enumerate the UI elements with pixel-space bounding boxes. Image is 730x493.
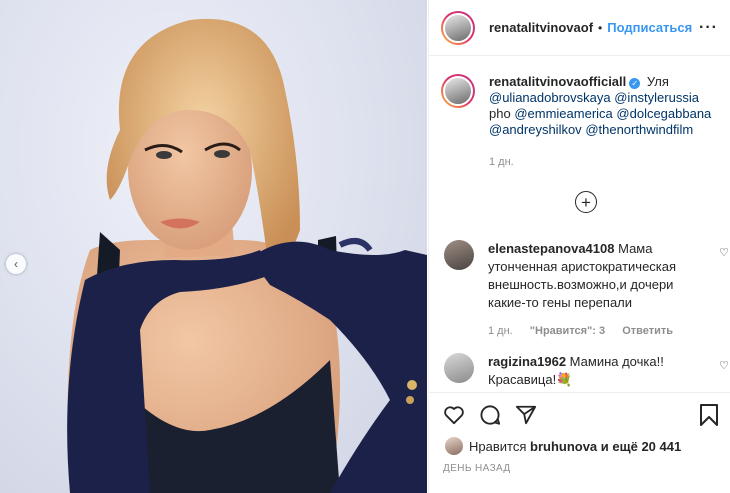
comment-like-icon[interactable]: ♡: [719, 246, 729, 259]
mention-link[interactable]: @ulianadobrovskaya: [489, 90, 611, 105]
carousel-prev-button[interactable]: ‹: [6, 254, 26, 274]
comment-body: ragizina1962 Мамина дочка!! Красавица!💐: [488, 353, 710, 389]
comment-icon[interactable]: [479, 404, 501, 426]
caption-text: Уля: [646, 74, 669, 89]
author-username[interactable]: renatalitvinovaof: [489, 20, 593, 35]
caption-avatar[interactable]: [441, 74, 475, 108]
separator-dot: •: [598, 20, 603, 35]
liker-avatar[interactable]: [445, 437, 463, 455]
mention-link[interactable]: @thenorthwindfilm: [585, 122, 693, 137]
caption-text: pho: [489, 106, 511, 121]
likes-summary: Нравится bruhunova и ещё 20 441: [429, 427, 730, 455]
heart-icon[interactable]: [443, 405, 465, 425]
comment-like-icon[interactable]: ♡: [719, 359, 729, 372]
post-photo[interactable]: ‹: [0, 0, 427, 493]
comment-meta: 1 дн. "Нравится": 3 Ответить: [488, 322, 710, 340]
comment-item: ragizina1962 Мамина дочка!! Красавица!💐 …: [441, 353, 729, 389]
comment-body: elenastepanova4108 Мама утонченная арист…: [488, 240, 710, 340]
commenter-username[interactable]: elenastepanova4108: [488, 241, 614, 256]
follow-button[interactable]: Подписаться: [607, 20, 692, 35]
likes-prefix: Нравится: [469, 438, 527, 454]
comment-item: elenastepanova4108 Мама утонченная арист…: [441, 240, 729, 340]
mention-link[interactable]: @instylerussia: [614, 90, 699, 105]
commenter-avatar[interactable]: [444, 240, 474, 270]
caption-username[interactable]: renatalitvinovaofficiall: [489, 74, 626, 89]
portrait-illustration: [67, 18, 427, 493]
likes-count[interactable]: и ещё 20 441: [601, 439, 681, 454]
post-header: renatalitvinovaof • Подписаться ···: [429, 0, 730, 56]
load-more-comments-button[interactable]: +: [575, 191, 597, 213]
mention-link[interactable]: @emmieamerica: [514, 106, 612, 121]
plus-circle-icon: +: [581, 192, 591, 212]
post-sidebar: renatalitvinovaof • Подписаться ··· rena…: [428, 0, 730, 493]
mention-link[interactable]: @andreyshilkov: [489, 122, 582, 137]
bookmark-icon[interactable]: [699, 403, 719, 427]
more-options-icon[interactable]: ···: [699, 19, 718, 37]
post-date[interactable]: ДЕНЬ НАЗАД: [429, 455, 730, 474]
liker-username[interactable]: bruhunova: [530, 439, 597, 454]
comment-likes[interactable]: "Нравится": 3: [530, 325, 605, 337]
caption-time[interactable]: 1 дн.: [489, 154, 711, 170]
chevron-left-icon: ‹: [14, 257, 18, 271]
comment-time[interactable]: 1 дн.: [488, 325, 513, 337]
commenter-avatar[interactable]: [444, 353, 474, 383]
post-caption: renatalitvinovaofficiall ✓ Уля @ulianadob…: [441, 74, 721, 170]
share-icon[interactable]: [515, 404, 537, 426]
reply-button[interactable]: Ответить: [622, 325, 673, 337]
mention-link[interactable]: @dolcegabbana: [616, 106, 711, 121]
verified-badge-icon: ✓: [629, 78, 641, 89]
action-icons: [429, 393, 730, 427]
author-avatar[interactable]: [441, 10, 475, 45]
post-actions: Нравится bruhunova и ещё 20 441 ДЕНЬ НАЗ…: [429, 392, 730, 493]
caption-body: renatalitvinovaofficiall ✓ Уля @ulianadob…: [489, 74, 711, 170]
commenter-username[interactable]: ragizina1962: [488, 354, 566, 369]
